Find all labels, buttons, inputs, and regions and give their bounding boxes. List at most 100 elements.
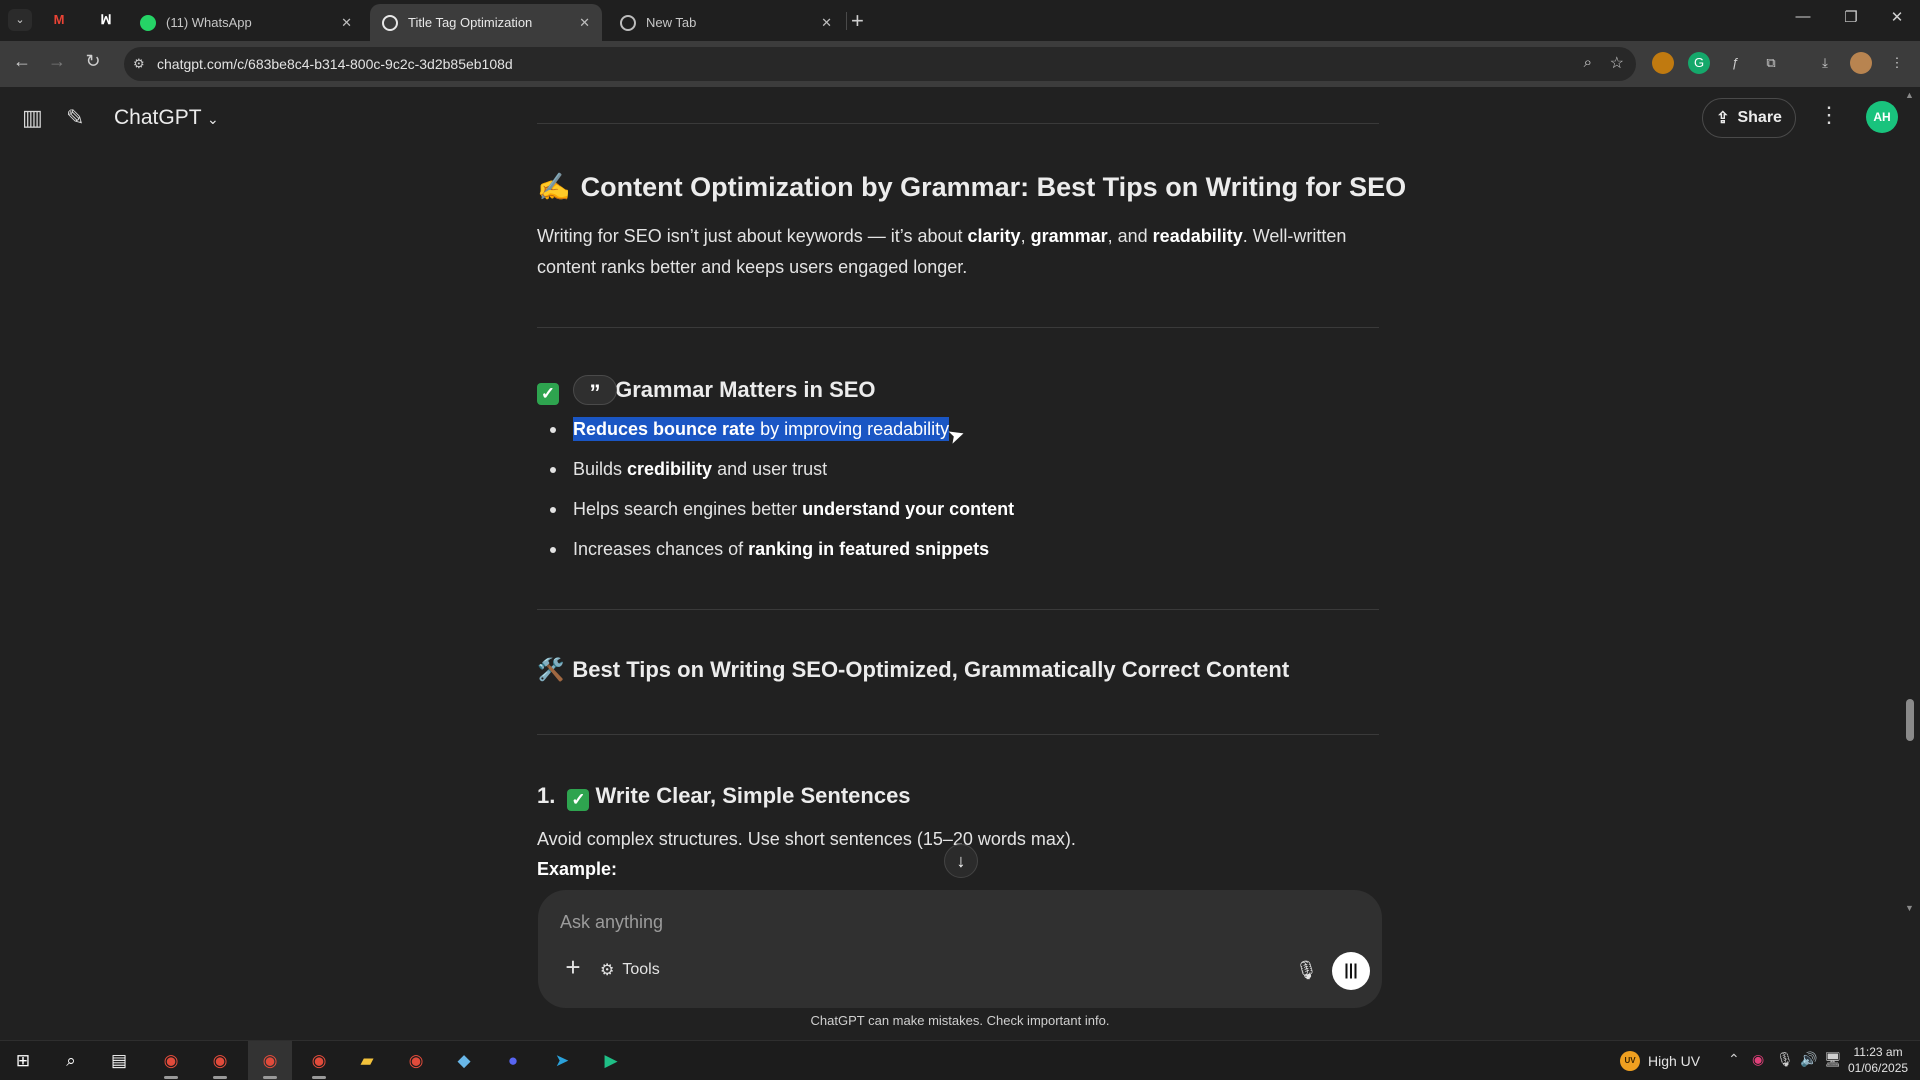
tools-button[interactable]: ⚙ Tools	[600, 960, 660, 980]
scrollbar-thumb[interactable]	[1906, 699, 1914, 741]
gmail-pinned-tab[interactable]: M	[50, 11, 68, 29]
system-clock[interactable]: 11:23 am 01/06/2025	[1848, 1044, 1908, 1076]
writing-hand-icon: ✍️	[537, 172, 571, 202]
scroll-up-arrow-icon[interactable]: ▲	[1905, 90, 1914, 100]
tab-title: Title Tag Optimization	[408, 15, 533, 30]
running-indicator	[213, 1076, 227, 1079]
scroll-to-bottom-button[interactable]: ↓	[944, 844, 978, 878]
network-icon[interactable]: 🖥	[1824, 1051, 1842, 1068]
tab-search-button[interactable]: ⌄	[8, 9, 32, 31]
volume-icon[interactable]: 🔊	[1800, 1051, 1817, 1068]
site-info-icon[interactable]: ⚙	[133, 56, 145, 72]
search-icon[interactable]: ⌕	[58, 1049, 84, 1073]
tools-icon: 🛠️	[537, 657, 565, 682]
grammarly-icon[interactable]: G	[1688, 52, 1710, 74]
show-hidden-icons-chevron[interactable]: ⌃	[1728, 1051, 1740, 1068]
profile-avatar-icon[interactable]	[1850, 52, 1872, 74]
address-bar[interactable]: ⚙ chatgpt.com/c/683be8c4-b314-800c-9c2c-…	[124, 47, 1636, 81]
chrome-icon[interactable]: ◉	[158, 1049, 184, 1073]
intro-paragraph: Writing for SEO isn’t just about keyword…	[537, 221, 1357, 283]
microphone-tray-icon[interactable]: 🎙	[1776, 1051, 1794, 1068]
task-view-icon[interactable]: ▤	[106, 1049, 132, 1073]
pinned-tab-icon[interactable]: ꟽ	[97, 11, 115, 29]
disclaimer-text: ChatGPT can make mistakes. Check importa…	[810, 1013, 1110, 1028]
section-heading: ✍️ Content Optimization by Grammar: Best …	[537, 171, 1406, 203]
bookmark-star-icon[interactable]: ☆	[1610, 53, 1624, 73]
divider	[537, 609, 1379, 610]
reload-button[interactable]: ↻	[81, 51, 105, 72]
model-name: ChatGPT	[114, 106, 202, 129]
notes-app-icon[interactable]: ◆	[451, 1049, 477, 1073]
running-indicator	[312, 1076, 326, 1079]
add-attachment-icon[interactable]: +	[558, 952, 588, 983]
microphone-icon[interactable]: 🎙	[1295, 960, 1318, 981]
restore-icon[interactable]: ❐	[1836, 8, 1866, 26]
text: , and	[1107, 226, 1153, 246]
browser-menu-icon[interactable]: ⋮	[1886, 52, 1908, 74]
recording-icon[interactable]: ◉	[1752, 1051, 1764, 1068]
ask-chatgpt-quote-button[interactable]: ”	[573, 375, 617, 405]
text: Writing for SEO isn’t just about keyword…	[537, 226, 968, 246]
close-tab-icon[interactable]: ✕	[579, 15, 590, 31]
model-selector[interactable]: ChatGPT ⌄	[114, 106, 219, 130]
windows-taskbar: ⊞ ⌕ ▤ ◉ ◉ ◉ ◉ ▰ ◉ ◆ ● ➤ ▶ UV High UV ⌃ ◉…	[0, 1040, 1920, 1080]
text: Increases chances of	[573, 539, 749, 559]
selected-text[interactable]: Reduces bounce rate by improving readabi…	[573, 417, 950, 441]
share-icon: ⇪	[1716, 110, 1730, 127]
tip-heading: 1. ✓ Write Clear, Simple Sentences	[537, 783, 911, 811]
bold-text: ranking in featured snippets	[748, 539, 990, 559]
browser-tab-strip: ⌄ M ꟽ (11) WhatsApp ✕ Title Tag Optimiza…	[0, 0, 1920, 41]
bold-text: clarity	[967, 226, 1021, 246]
bold-text: readability	[1152, 226, 1243, 246]
share-button[interactable]: ⇪ Share	[1702, 98, 1796, 138]
chevron-down-icon: ⌄	[207, 111, 219, 127]
tip-number: 1.	[537, 783, 556, 808]
weather-widget[interactable]: UV High UV	[1620, 1051, 1700, 1071]
new-tab-button[interactable]: +	[851, 8, 864, 34]
terminal-app-icon[interactable]: ▶	[598, 1049, 624, 1073]
list-item: Helps search engines better understand y…	[537, 497, 1014, 537]
extension-icon[interactable]	[1652, 52, 1674, 74]
sidebar-toggle-icon[interactable]: ▥	[22, 105, 43, 131]
bold-text: credibility	[627, 459, 713, 479]
divider	[537, 734, 1379, 735]
tab-new-tab[interactable]: New Tab ✕	[608, 4, 844, 41]
close-tab-icon[interactable]: ✕	[341, 15, 352, 31]
text: by improving readability	[755, 419, 950, 439]
downloads-icon[interactable]: ⤓	[1814, 52, 1836, 74]
scroll-down-arrow-icon[interactable]: ▼	[1905, 903, 1914, 913]
minimize-icon[interactable]: —	[1788, 8, 1818, 25]
checkmark-icon: ✓	[537, 383, 559, 405]
more-options-icon[interactable]: ⋮	[1818, 102, 1840, 128]
forward-button[interactable]: →	[45, 51, 69, 72]
telegram-icon[interactable]: ➤	[549, 1049, 575, 1073]
divider	[537, 327, 1379, 328]
message-composer[interactable]: Ask anything + ⚙ Tools 🎙 |||	[538, 890, 1382, 1008]
discord-icon[interactable]: ●	[500, 1049, 526, 1073]
tab-title-tag-optimization[interactable]: Title Tag Optimization ✕	[370, 4, 602, 41]
url-text[interactable]: chatgpt.com/c/683be8c4-b314-800c-9c2c-3d…	[157, 56, 513, 72]
close-tab-icon[interactable]: ✕	[821, 15, 832, 31]
list-item: Increases chances of ranking in featured…	[537, 537, 1014, 577]
chrome-icon[interactable]: ◉	[257, 1049, 283, 1073]
prompt-input[interactable]: Ask anything	[560, 912, 663, 933]
chrome-icon[interactable]: ◉	[403, 1049, 429, 1073]
chrome-icon[interactable]: ◉	[306, 1049, 332, 1073]
back-button[interactable]: ←	[10, 51, 34, 72]
new-chat-icon[interactable]: ✎	[66, 105, 84, 131]
tab-title: (11) WhatsApp	[166, 15, 252, 30]
heading-text: Grammar Matters in SEO	[615, 377, 876, 402]
function-extension-icon[interactable]: ƒ	[1724, 52, 1746, 74]
extensions-puzzle-icon[interactable]: ⧉	[1760, 52, 1782, 74]
close-window-icon[interactable]: ✕	[1882, 8, 1912, 26]
voice-mode-button[interactable]: |||	[1332, 952, 1370, 990]
chrome-icon[interactable]: ◉	[207, 1049, 233, 1073]
zoom-icon[interactable]: ⌕	[1584, 54, 1592, 71]
windows-start-icon[interactable]: ⊞	[10, 1049, 36, 1073]
file-explorer-icon[interactable]: ▰	[354, 1049, 380, 1073]
text: Helps search engines better	[573, 499, 803, 519]
running-indicator	[263, 1076, 277, 1079]
chrome-icon	[620, 14, 636, 31]
user-avatar[interactable]: AH	[1866, 101, 1898, 133]
tab-whatsapp[interactable]: (11) WhatsApp ✕	[128, 4, 364, 41]
